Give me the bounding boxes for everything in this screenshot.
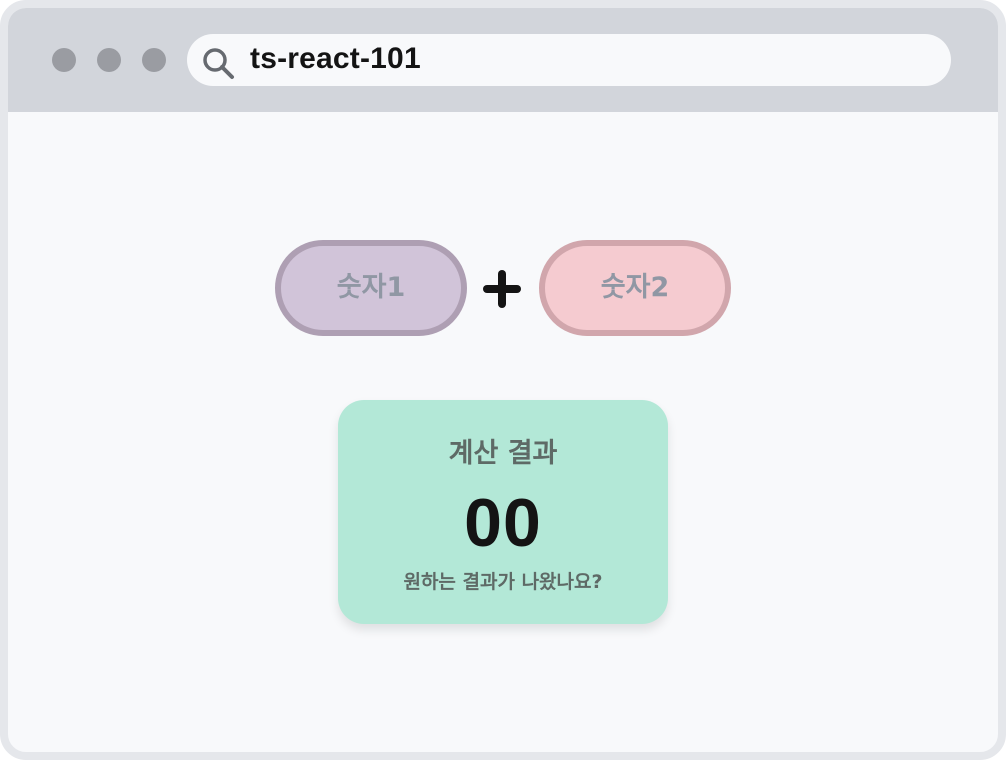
window-dot-2[interactable]: [97, 48, 121, 72]
address-text: ts-react-101: [250, 42, 421, 75]
browser-titlebar: ts-react-101: [8, 8, 998, 112]
result-card: 계산 결과 00 원하는 결과가 나왔나요?: [338, 400, 668, 624]
search-icon: [203, 48, 234, 79]
window-dot-3[interactable]: [142, 48, 166, 72]
number1-input[interactable]: 숫자1: [275, 240, 467, 336]
result-value: 00: [464, 485, 542, 561]
number2-input[interactable]: 숫자2: [539, 240, 731, 336]
plus-icon: [483, 270, 521, 308]
address-bar[interactable]: ts-react-101: [187, 34, 951, 86]
browser-window: ts-react-101 숫자1 숫자2 계산 결과 00 원하는 결과가 나왔…: [0, 0, 1006, 760]
result-subtitle: 원하는 결과가 나왔나요?: [403, 571, 603, 593]
window-dot-1[interactable]: [52, 48, 76, 72]
result-title: 계산 결과: [448, 438, 558, 469]
